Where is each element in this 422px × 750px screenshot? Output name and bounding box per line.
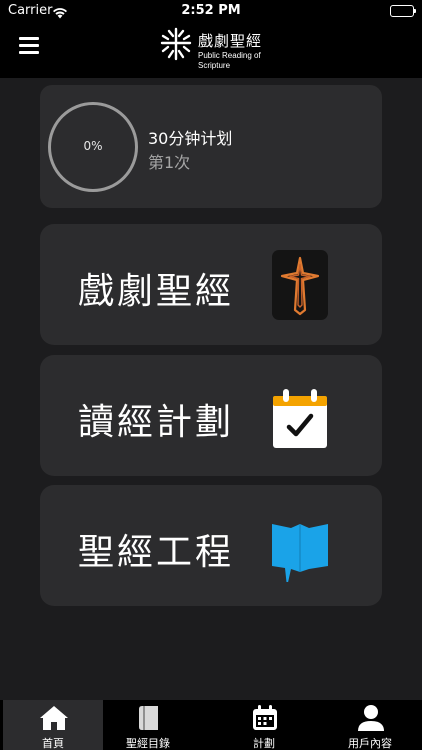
tab-label: 計劃 (253, 737, 275, 750)
calendar-icon (250, 704, 280, 732)
tab-bible-index[interactable]: 聖經目錄 (98, 700, 198, 750)
drama-bible-cross-icon (271, 249, 329, 321)
menu-card-label: 聖經工程 (78, 532, 235, 573)
tab-bar: 首頁 聖經目錄 計劃 用戶內容 (0, 700, 422, 750)
open-book-map-icon (271, 510, 329, 587)
menu-card-drama-bible[interactable]: 戲劇聖經 (40, 224, 382, 345)
plan-title: 30分钟计划 (148, 129, 233, 148)
progress-ring: 0% (48, 102, 138, 192)
reading-plan-card[interactable]: 0% 30分钟计划 第1次 (40, 85, 382, 208)
user-icon (356, 704, 386, 732)
tab-home[interactable]: 首頁 (3, 700, 103, 750)
menu-card-label: 讀經計劃 (78, 402, 235, 443)
status-bar: Carrier 2:52 PM (0, 0, 422, 22)
logo-cross-icon (160, 27, 192, 61)
menu-card-label: 戲劇聖經 (78, 271, 235, 312)
tab-plans[interactable]: 計劃 (214, 700, 314, 750)
plan-session: 第1次 (148, 153, 191, 172)
clock: 2:52 PM (181, 3, 241, 18)
tab-label: 用戶內容 (348, 737, 392, 750)
menu-card-bible-project[interactable]: 聖經工程 (40, 485, 382, 606)
logo-subtitle: Public Reading of Scripture (198, 51, 261, 70)
menu-card-reading-plan[interactable]: 讀經計劃 (40, 355, 382, 476)
home-content: 0% 30分钟计划 第1次 戲劇聖經 讀經計劃 聖經工程 (0, 78, 422, 700)
battery-icon (390, 5, 416, 17)
home-icon (39, 704, 69, 732)
progress-percent: 0% (83, 139, 103, 153)
tab-user-content[interactable]: 用戶內容 (320, 700, 420, 750)
logo-title: 戲劇聖經 (198, 32, 263, 50)
nav-bar: 戲劇聖經 Public Reading of Scripture (0, 22, 422, 78)
app-logo: 戲劇聖經 Public Reading of Scripture (158, 26, 268, 74)
calendar-check-icon (271, 380, 329, 452)
tab-label: 聖經目錄 (126, 737, 170, 750)
tab-label: 首頁 (42, 737, 64, 750)
hamburger-menu-icon[interactable] (19, 37, 39, 55)
book-icon (134, 704, 164, 732)
